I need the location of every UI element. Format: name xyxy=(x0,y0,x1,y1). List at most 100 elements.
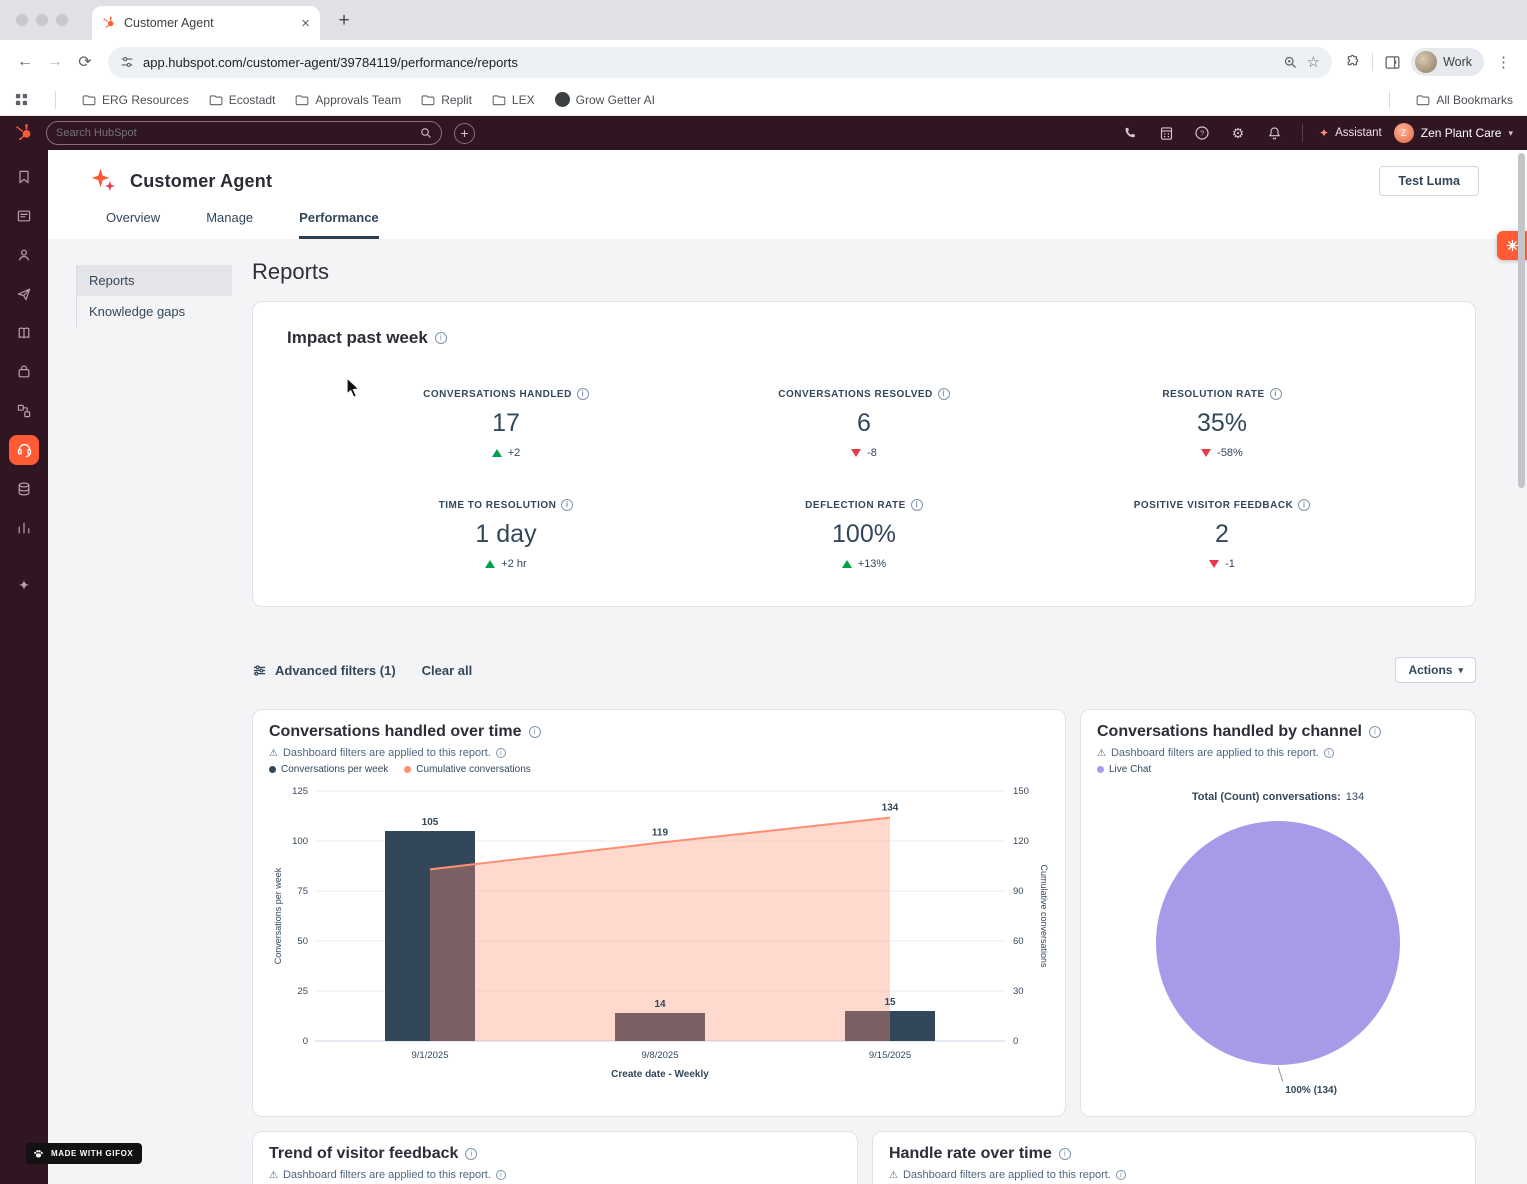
add-button[interactable]: + xyxy=(454,123,475,144)
calling-icon[interactable] xyxy=(1118,121,1142,145)
svg-text:60: 60 xyxy=(1013,936,1024,947)
conversations-by-channel-card: Conversations handled by channel i ⚠ Das… xyxy=(1080,709,1476,1117)
apps-grid-icon[interactable] xyxy=(14,92,29,107)
metric-conversations-handled: CONVERSATIONS HANDLEDi 17 +2 xyxy=(327,388,685,459)
info-icon[interactable]: i xyxy=(465,1148,477,1160)
info-icon[interactable]: i xyxy=(1116,1170,1126,1180)
side-panel-icon[interactable] xyxy=(1379,49,1405,75)
automation-icon[interactable] xyxy=(9,396,39,426)
marketing-icon[interactable] xyxy=(9,279,39,309)
info-icon[interactable]: i xyxy=(1059,1148,1071,1160)
metric-value: 2 xyxy=(1215,520,1229,549)
site-favicon xyxy=(555,92,570,107)
service-icon[interactable] xyxy=(9,435,39,465)
legend-item[interactable]: Cumulative conversations xyxy=(404,764,531,775)
site-settings-icon[interactable] xyxy=(120,55,134,69)
bookmark-item[interactable]: Ecostadt xyxy=(209,93,276,107)
content-icon[interactable] xyxy=(9,318,39,348)
metric-delta-value: +2 xyxy=(508,447,521,459)
browser-profile-chip[interactable]: Work xyxy=(1411,48,1484,76)
bookmark-item[interactable]: ERG Resources xyxy=(82,93,189,107)
info-icon[interactable]: i xyxy=(1369,726,1381,738)
test-luma-button[interactable]: Test Luma xyxy=(1379,166,1479,196)
chart-legend: Conversations per week Cumulative conver… xyxy=(269,764,1049,775)
info-icon[interactable]: i xyxy=(496,748,506,758)
info-icon[interactable]: i xyxy=(529,726,541,738)
zoom-icon[interactable] xyxy=(1283,55,1298,70)
page-title: Reports xyxy=(252,259,1476,285)
conversations-over-time-chart: 0255075100125030609012015010514151031191… xyxy=(269,775,1049,1085)
legend-item[interactable]: Live Chat xyxy=(1097,764,1151,775)
sidebar-item-knowledge-gaps[interactable]: Knowledge gaps xyxy=(77,296,232,327)
tab-manage[interactable]: Manage xyxy=(206,210,253,239)
bookmark-item[interactable]: LEX xyxy=(492,93,535,107)
browser-tab[interactable]: Customer Agent × xyxy=(92,6,320,40)
info-icon[interactable]: i xyxy=(561,499,573,511)
ai-icon[interactable]: ✦ xyxy=(9,570,39,600)
svg-text:9/15/2025: 9/15/2025 xyxy=(869,1050,911,1061)
notifications-icon[interactable] xyxy=(1262,121,1286,145)
hubspot-logo[interactable] xyxy=(14,123,34,143)
bookmarks-divider xyxy=(55,91,56,109)
marketplace-icon[interactable] xyxy=(1154,121,1178,145)
account-menu[interactable]: Z Zen Plant Care ▾ xyxy=(1394,123,1513,143)
tab-close-icon[interactable]: × xyxy=(301,16,310,31)
assistant-label: Assistant xyxy=(1335,127,1382,139)
browser-menu-icon[interactable]: ⋮ xyxy=(1490,53,1517,71)
bookmark-label: Ecostadt xyxy=(229,93,276,107)
all-bookmarks[interactable]: All Bookmarks xyxy=(1416,93,1513,107)
tab-overview[interactable]: Overview xyxy=(106,210,160,239)
info-icon[interactable]: i xyxy=(1324,748,1334,758)
info-icon[interactable]: i xyxy=(1298,499,1310,511)
tab-title: Customer Agent xyxy=(124,16,293,30)
window-maximize-button[interactable] xyxy=(56,14,68,26)
bookmarks-icon[interactable] xyxy=(9,162,39,192)
hubspot-top-nav: + ? ⚙ ✦ Assistant Z Zen Plant Care ▾ xyxy=(0,116,1527,150)
crm-icon[interactable] xyxy=(9,201,39,231)
advanced-filters-button[interactable]: Advanced filters (1) xyxy=(252,663,396,678)
window-controls[interactable] xyxy=(16,14,68,26)
paw-icon xyxy=(32,1147,45,1160)
contacts-icon[interactable] xyxy=(9,240,39,270)
new-tab-button[interactable]: + xyxy=(330,7,358,35)
info-icon[interactable]: i xyxy=(577,388,589,400)
reporting-icon[interactable] xyxy=(9,513,39,543)
bookmark-item[interactable]: Grow Getter AI xyxy=(555,92,655,107)
assistant-button[interactable]: ✦ Assistant xyxy=(1319,126,1382,140)
search-input[interactable] xyxy=(56,127,412,139)
sidebar-item-reports[interactable]: Reports xyxy=(77,265,232,296)
account-name: Zen Plant Care xyxy=(1421,126,1502,140)
window-minimize-button[interactable] xyxy=(36,14,48,26)
bookmark-item[interactable]: Replit xyxy=(421,93,472,107)
bookmark-item[interactable]: Approvals Team xyxy=(295,93,401,107)
bookmark-label: Approvals Team xyxy=(315,93,401,107)
impact-card: Impact past week i CONVERSATIONS HANDLED… xyxy=(252,301,1476,607)
reload-button[interactable]: ⟳ xyxy=(70,47,100,77)
extensions-icon[interactable] xyxy=(1340,49,1366,75)
scrollbar-thumb[interactable] xyxy=(1518,153,1525,488)
info-icon[interactable]: i xyxy=(496,1170,506,1180)
info-icon[interactable]: i xyxy=(911,499,923,511)
metric-positive-visitor-feedback: POSITIVE VISITOR FEEDBACKi 2 -1 xyxy=(1043,499,1401,570)
profile-avatar xyxy=(1415,51,1437,73)
hubspot-search[interactable] xyxy=(46,121,442,145)
commerce-icon[interactable] xyxy=(9,357,39,387)
metric-label: CONVERSATIONS RESOLVED xyxy=(778,389,933,400)
url-bar[interactable]: app.hubspot.com/customer-agent/39784119/… xyxy=(108,47,1332,78)
info-icon[interactable]: i xyxy=(938,388,950,400)
info-icon[interactable]: i xyxy=(1270,388,1282,400)
forward-button[interactable]: → xyxy=(40,47,70,77)
metric-value: 1 day xyxy=(475,520,536,549)
tab-performance[interactable]: Performance xyxy=(299,210,378,239)
settings-icon[interactable]: ⚙ xyxy=(1226,121,1250,145)
back-button[interactable]: ← xyxy=(10,47,40,77)
data-icon[interactable] xyxy=(9,474,39,504)
info-icon[interactable]: i xyxy=(435,332,447,344)
help-icon[interactable]: ? xyxy=(1190,121,1214,145)
clear-all-button[interactable]: Clear all xyxy=(422,663,473,678)
window-close-button[interactable] xyxy=(16,14,28,26)
actions-button[interactable]: Actions ▾ xyxy=(1395,657,1476,683)
legend-item[interactable]: Conversations per week xyxy=(269,764,388,775)
bookmark-star-icon[interactable]: ☆ xyxy=(1307,53,1320,71)
total-value: 134 xyxy=(1346,791,1364,803)
